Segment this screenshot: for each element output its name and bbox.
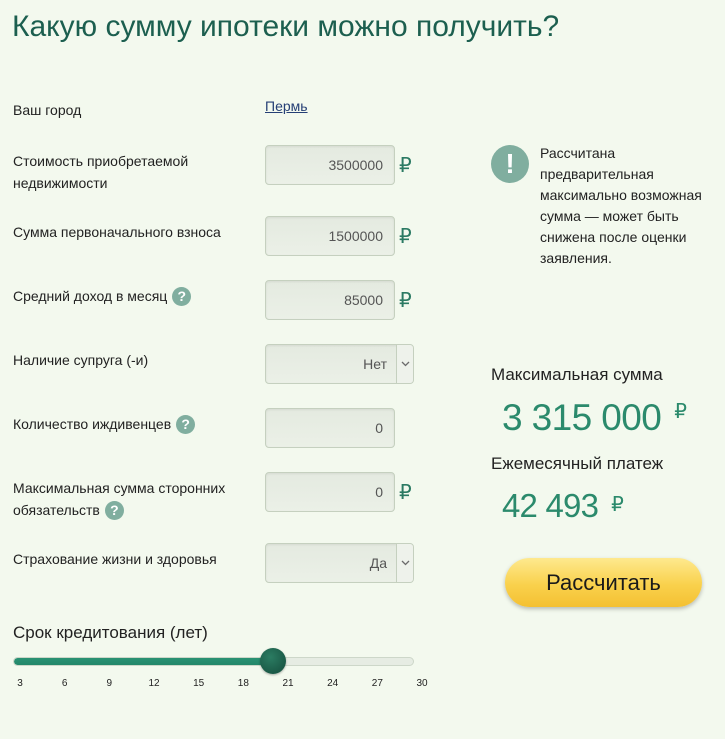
monthly-payment-row: 42 493 ₽ — [502, 487, 624, 525]
slider-tick-label: 30 — [416, 678, 428, 689]
monthly-income-input[interactable] — [265, 280, 395, 320]
down-payment-input[interactable] — [265, 216, 395, 256]
property-price-row: Стоимость приобретаемой недвижимости ₽ — [0, 145, 430, 191]
income-help-icon[interactable]: ? — [172, 286, 192, 306]
dependents-input[interactable] — [265, 408, 395, 448]
slider-tick-label: 3 — [17, 678, 23, 689]
slider-tick-label: 15 — [193, 678, 205, 689]
ruble-sign: ₽ — [399, 153, 412, 177]
monthly-income-label-text: Средний доход в месяц — [13, 288, 168, 304]
loan-term-slider-fill — [14, 658, 274, 665]
city-label: Ваш город — [13, 102, 82, 118]
page-title: Какую сумму ипотеки можно получить? — [12, 10, 560, 43]
slider-tick-label: 12 — [148, 678, 160, 689]
exclamation-circle-icon: ! — [491, 145, 529, 183]
spouse-select-value: Нет — [363, 356, 387, 372]
dependents-help-icon[interactable]: ? — [176, 414, 196, 434]
slider-tick-label: 9 — [106, 678, 113, 689]
monthly-income-row: Средний доход в месяц? ₽ — [0, 280, 430, 320]
slider-tick-label: 24 — [327, 678, 339, 689]
life-insurance-label: Страхование жизни и здоровья — [13, 551, 217, 567]
loan-term-slider-thumb[interactable] — [260, 648, 287, 674]
ruble-sign: ₽ — [674, 399, 687, 423]
slider-tick-label: 27 — [371, 678, 383, 689]
dependents-row: Количество иждивенцев? — [0, 408, 430, 448]
down-payment-label: Сумма первоначального взноса — [13, 224, 221, 240]
life-insurance-select[interactable]: Да — [265, 543, 414, 583]
ruble-sign: ₽ — [399, 480, 412, 504]
monthly-payment-value: 42 493 — [502, 487, 599, 524]
life-insurance-row: Страхование жизни и здоровья Да — [0, 543, 430, 583]
slider-tick-label: 21 — [282, 678, 294, 689]
property-price-label: Стоимость приобретаемой недвижимости — [13, 153, 189, 191]
slider-tick-label: 18 — [237, 678, 249, 689]
property-price-input[interactable] — [265, 145, 395, 185]
spouse-label: Наличие супруга (-и) — [13, 352, 149, 368]
city-link[interactable]: Пермь — [265, 95, 308, 117]
mortgage-calculator: Какую сумму ипотеки можно получить? Ваш … — [0, 0, 725, 739]
monthly-income-label: Средний доход в месяц? — [13, 285, 253, 307]
monthly-payment-label: Ежемесячный платеж — [491, 454, 664, 473]
spouse-select[interactable]: Нет — [265, 344, 414, 384]
other-obligations-row: Максимальная сумма сторонних обязательст… — [0, 472, 430, 520]
loan-term-slider-track[interactable] — [13, 657, 414, 666]
other-obligations-label: Максимальная сумма сторонних обязательст… — [13, 477, 253, 521]
dependents-label-text: Количество иждивенцев — [13, 416, 172, 432]
obligations-help-icon[interactable]: ? — [104, 500, 124, 520]
dependents-label: Количество иждивенцев? — [13, 413, 253, 435]
ruble-sign: ₽ — [399, 224, 412, 248]
calculate-button[interactable]: Рассчитать — [505, 558, 702, 607]
city-row: Ваш город Пермь — [0, 94, 430, 134]
slider-tick-label: 6 — [61, 678, 68, 689]
chevron-down-icon[interactable] — [396, 345, 413, 383]
max-amount-label: Максимальная сумма — [491, 365, 663, 384]
info-text: Рассчитана предварительная максимально в… — [540, 145, 702, 266]
other-obligations-input[interactable] — [265, 472, 395, 512]
max-amount-row: 3 315 000 ₽ — [502, 397, 687, 439]
ruble-sign: ₽ — [399, 288, 412, 312]
chevron-down-icon[interactable] — [396, 544, 413, 582]
life-insurance-select-value: Да — [369, 555, 387, 571]
down-payment-row: Сумма первоначального взноса ₽ — [0, 216, 430, 256]
ruble-sign: ₽ — [611, 492, 624, 516]
spouse-row: Наличие супруга (-и) Нет — [0, 344, 430, 384]
loan-term-label: Срок кредитования (лет) — [13, 623, 208, 642]
max-amount-value: 3 315 000 — [502, 397, 662, 438]
